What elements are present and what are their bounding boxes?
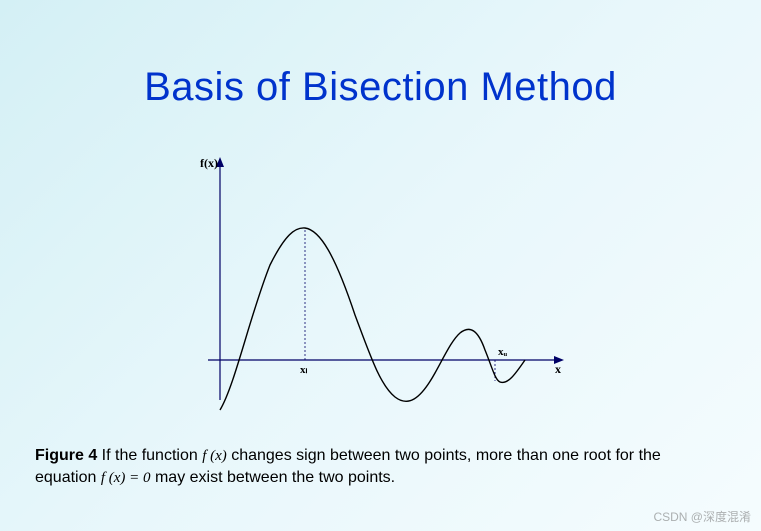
page-title: Basis of Bisection Method [0,0,761,110]
x-axis-label: x [555,362,561,376]
xl-label: xₗ [300,364,308,376]
math-eq: f (x) = 0 [101,470,151,486]
bisection-chart: f(x) x xₗ xᵤ [200,155,570,415]
caption-text-1: If the function [97,447,202,464]
caption-text-3: may exist between the two points. [151,469,396,486]
figure-label: Figure 4 [35,447,97,464]
watermark: CSDN @深度混淆 [653,508,751,525]
xu-label: xᵤ [498,346,508,358]
function-curve [220,228,525,410]
figure-caption: Figure 4 If the function f (x) changes s… [35,445,725,490]
y-axis-label: f(x) [200,156,218,170]
math-fx: f (x) [202,448,227,464]
